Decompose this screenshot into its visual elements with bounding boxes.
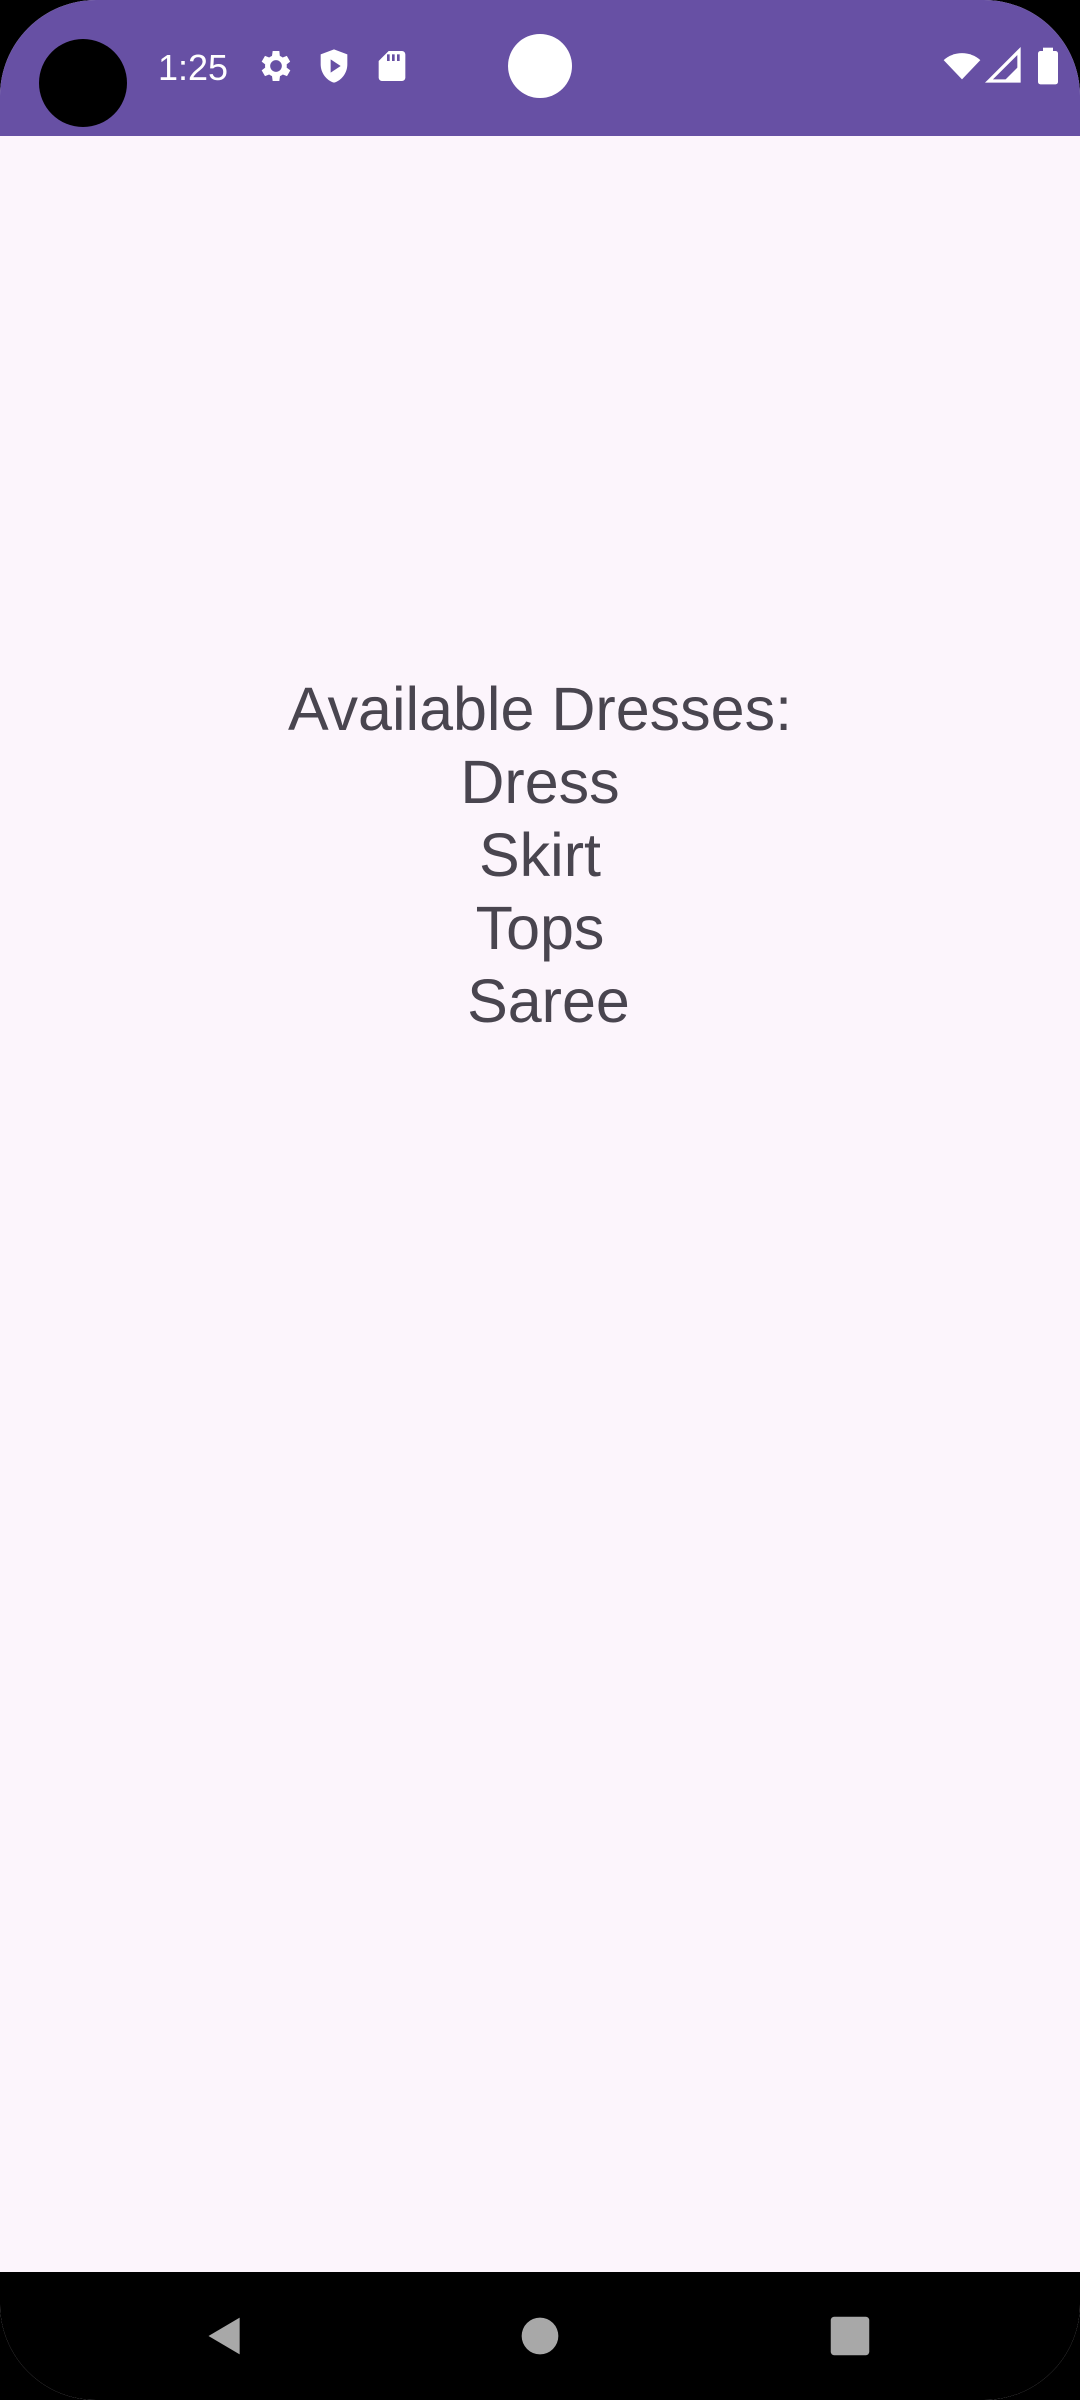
front-camera [508,34,572,98]
recents-button[interactable] [810,2296,890,2376]
main-content: Available Dresses: Dress Skirt Tops Sare… [0,136,1080,2272]
play-protect-icon [320,49,348,83]
home-icon [521,2317,559,2355]
battery-icon [1038,47,1058,85]
home-button[interactable] [500,2296,580,2376]
back-icon [208,2317,240,2355]
cellular-signal-icon [984,46,1021,83]
wifi-icon [943,53,981,80]
status-bar: 1:25 [0,0,1080,136]
sd-card-icon [378,51,406,81]
recents-icon [830,2316,870,2356]
available-dresses-text: Available Dresses: Dress Skirt Tops Sare… [287,675,793,1035]
status-time: 1:25 [158,47,229,88]
back-button[interactable] [185,2296,265,2376]
navigation-bar [0,2272,1080,2400]
camera-cutout [39,39,127,127]
phone-screen: 1:25 Available Dresses: Dress Skirt Tops… [0,0,1080,2400]
settings-icon [261,51,291,81]
